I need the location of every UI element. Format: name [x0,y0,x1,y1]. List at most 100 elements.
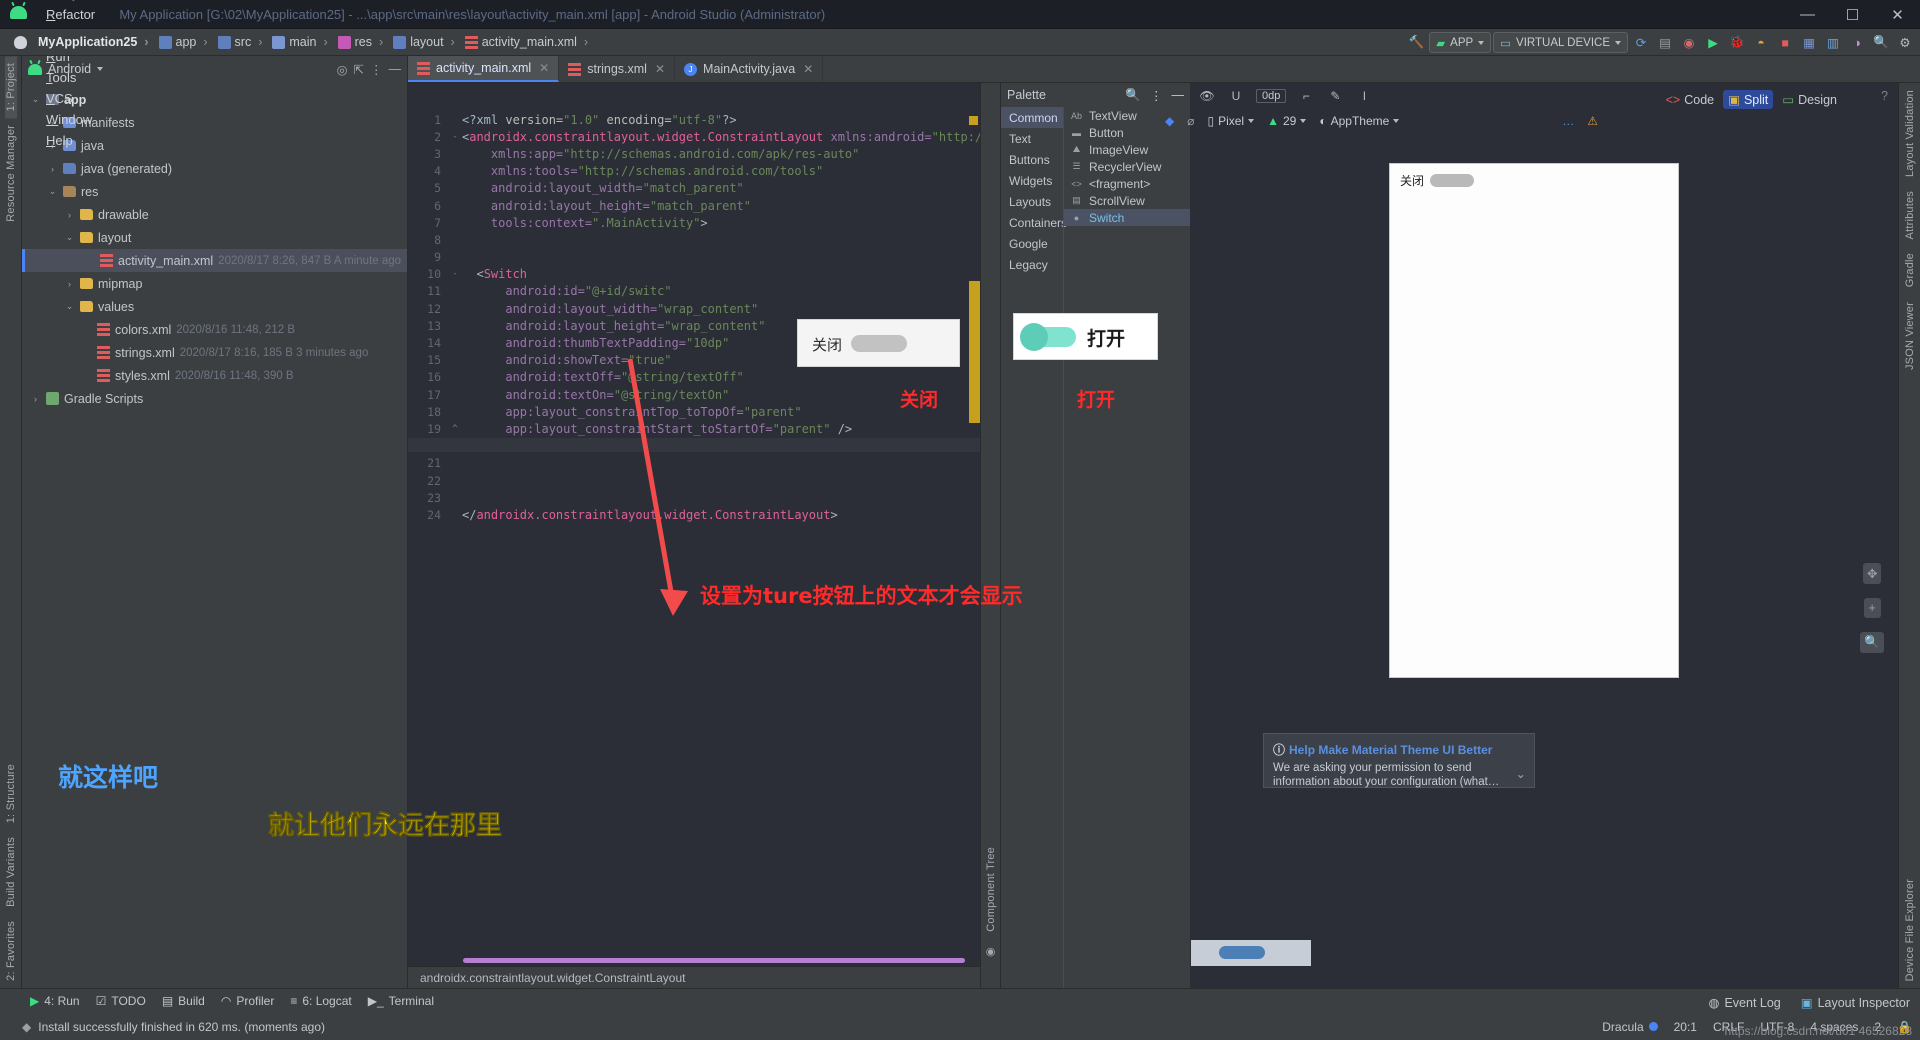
tree-node-mipmap[interactable]: › mipmap [22,272,407,295]
menu-vcs[interactable]: VCS [38,88,105,109]
bottom-right-tabs[interactable]: ◍ Event Log ▣ Layout Inspector [1709,995,1910,1011]
left-tool-rail[interactable]: 1: Project Resource Manager 1: Structure… [0,56,22,988]
code-line-7[interactable]: 7 tools:context=".MainActivity"> [408,214,980,231]
editor-mode-switch[interactable]: <> Code ▣ Split ▭ Design [1661,90,1842,109]
sdk-manager-icon[interactable]: ◉ [1678,32,1700,53]
run-configuration-selector[interactable]: ▰ APP [1429,32,1492,53]
project-tree[interactable]: ⌄ app › manifests › java › java (generated) ⌄ res… [22,82,407,988]
horizontal-scrollbar[interactable] [463,958,965,963]
avd-manager-icon[interactable]: ▤ [1654,32,1676,53]
mode-design[interactable]: ▭ Design [1777,90,1842,109]
code-line-23[interactable]: 23 [408,489,980,506]
close-icon[interactable]: ✕ [539,61,549,75]
more-options-icon[interactable]: ⋮ [370,62,383,77]
breadcrumb-item-0[interactable]: MyApplication25 › [35,33,155,51]
notification-balloon[interactable]: ⓘ Help Make Material Theme UI Better We a… [1263,733,1535,788]
palette-categories[interactable]: Common Text Buttons Widgets Layouts Container… [1001,107,1067,988]
layout-preview-device[interactable]: 关闭 [1389,163,1679,678]
code-line-3[interactable]: 3 xmlns:app="http://schemas.android.com/… [408,145,980,162]
target-icon[interactable]: ◎ [337,62,348,77]
rail-item-layout-validation[interactable]: Layout Validation [1904,83,1916,184]
code-line-11[interactable]: 11 android:id="@+id/switc" [408,283,980,300]
hide-panel-icon[interactable]: — [389,62,402,76]
disclosure-arrow[interactable]: › [64,210,75,220]
component-tree-rail[interactable]: Component Tree ◉ [980,83,1000,988]
menu-tools[interactable]: Tools [38,67,105,88]
close-icon[interactable]: ✕ [803,62,813,76]
code-line-4[interactable]: 4 xmlns:tools="http://schemas.android.co… [408,163,980,180]
breadcrumb-item-6[interactable]: activity_main.xml › [462,33,594,51]
tab-activity-main-xml[interactable]: activity_main.xml ✕ [408,56,560,82]
tab-strings-xml[interactable]: strings.xml ✕ [559,56,676,82]
palette-category-buttons[interactable]: Buttons [1001,149,1063,170]
zoom-in-icon[interactable]: + [1863,598,1881,618]
layout-inspector-tab[interactable]: ▣ Layout Inspector [1801,995,1910,1011]
palette-category-legacy[interactable]: Legacy [1001,254,1063,275]
bottom-tab-todo[interactable]: ☑ TODO [96,994,146,1008]
preview-switch[interactable]: 关闭 [1400,172,1475,189]
palette-item-recyclerview[interactable]: ☰ RecyclerView [1064,158,1190,175]
disclosure-arrow[interactable]: › [47,164,58,174]
tree-node-drawable[interactable]: › drawable [22,203,407,226]
stop-icon[interactable]: ■ [1774,32,1796,53]
help-icon[interactable]: ? [1881,89,1888,103]
rail-item-component-tree[interactable]: Component Tree [985,840,997,939]
palette-category-containers[interactable]: Containers [1001,212,1067,233]
disclosure-arrow[interactable]: › [64,279,75,289]
orientation-icon[interactable]: ⌀ [1187,114,1194,128]
constraints-icon[interactable]: ⌐ [1297,87,1315,105]
toolbar-right[interactable]: 🔨 ▰ APP ▭ VIRTUAL DEVICE ⟳ ▤ ◉ ▶ 🐞 ◓ ■ ▦… [1405,29,1916,56]
code-line-22[interactable]: 22 [408,472,980,489]
zoom-fit-icon[interactable]: 🔍 [1860,632,1884,653]
caret-position[interactable]: 20:1 [1674,1020,1697,1034]
bottom-tool-bar[interactable]: ▶ 4: Run ☑ TODO ▤ Build ◠ Profiler ≡ 6: Logcat ▶_ T… [0,988,1920,1013]
bottom-tab-4--run[interactable]: ▶ 4: Run [30,994,80,1008]
debug-icon[interactable]: 🐞 [1726,32,1748,53]
chevron-down-icon[interactable]: ⌄ [1516,766,1526,781]
rail-item-structure[interactable]: 1: Structure [5,757,17,830]
rail-item-project[interactable]: 1: Project [4,56,17,119]
profile-icon[interactable]: ◓ [1750,32,1772,53]
fold-marker[interactable]: ^ [448,424,462,434]
event-log-tab[interactable]: ◍ Event Log [1709,995,1781,1011]
preview-config-toolbar[interactable]: ◆ ⌀ ▯ Pixel ▲ 29 ◐ AppTheme … ⚠ [1165,114,1598,128]
code-line-21[interactable]: 21 [408,455,980,472]
palette-category-widgets[interactable]: Widgets [1001,170,1063,191]
code-line-18[interactable]: 18 app:layout_constraintTop_toTopOf="par… [408,403,980,420]
right-tool-rail[interactable]: Layout Validation Attributes Gradle JSON… [1898,83,1920,988]
menu-help[interactable]: Help [38,130,105,151]
fold-marker[interactable]: - [448,269,462,279]
tree-node-values[interactable]: ⌄ values [22,295,407,318]
bottom-tab-profiler[interactable]: ◠ Profiler [221,994,275,1008]
palette-category-common[interactable]: Common [1001,107,1063,128]
overflow-icon[interactable]: … [1562,114,1574,128]
menu-bar[interactable]: FileEditViewNavigateCodeAnalyzeRefactorB… [38,0,105,151]
breadcrumb-item-1[interactable]: app › [156,33,214,51]
palette-items[interactable]: Ab TextView ▬ Button ⛰ ImageView ☰ RecyclerView… [1063,107,1190,988]
code-line-8[interactable]: 8 [408,231,980,248]
breadcrumb-item-4[interactable]: res › [335,33,390,51]
tree-node-strings-xml[interactable]: strings.xml 2020/8/17 8:16, 185 B 3 minut… [22,341,407,364]
mode-split[interactable]: ▣ Split [1723,90,1774,109]
layout-editor-icon[interactable]: ▦ [1798,32,1820,53]
rail-item-device-file-explorer[interactable]: Device File Explorer [1904,872,1916,988]
disclosure-arrow[interactable]: ⌄ [64,232,75,243]
rail-item-gradle[interactable]: Gradle [1904,246,1916,294]
maximize-button[interactable]: ☐ [1830,0,1875,29]
disclosure-arrow[interactable]: › [30,394,41,404]
code-line-6[interactable]: 6 android:layout_height="match_parent" [408,197,980,214]
bottom-tab-build[interactable]: ▤ Build [162,994,205,1008]
api-selector[interactable]: ▲ 29 [1267,114,1307,128]
breadcrumb-item-3[interactable]: main › [269,33,333,51]
device-selector[interactable]: ▭ VIRTUAL DEVICE [1493,32,1628,53]
hide-icon[interactable]: ◉ [986,945,996,958]
eye-icon[interactable]: 👁 [1198,87,1216,105]
menu-window[interactable]: Window [38,109,105,130]
window-controls[interactable]: — ☐ ✕ [1785,0,1920,29]
palette-item-scrollview[interactable]: ▤ ScrollView [1064,192,1190,209]
preview-switch-track[interactable] [1430,174,1475,187]
rail-item-attributes[interactable]: Attributes [1904,184,1916,246]
menu-refactor[interactable]: Refactor [38,4,105,25]
breadcrumb-item-2[interactable]: src › [215,33,269,51]
palette-category-google[interactable]: Google [1001,233,1063,254]
